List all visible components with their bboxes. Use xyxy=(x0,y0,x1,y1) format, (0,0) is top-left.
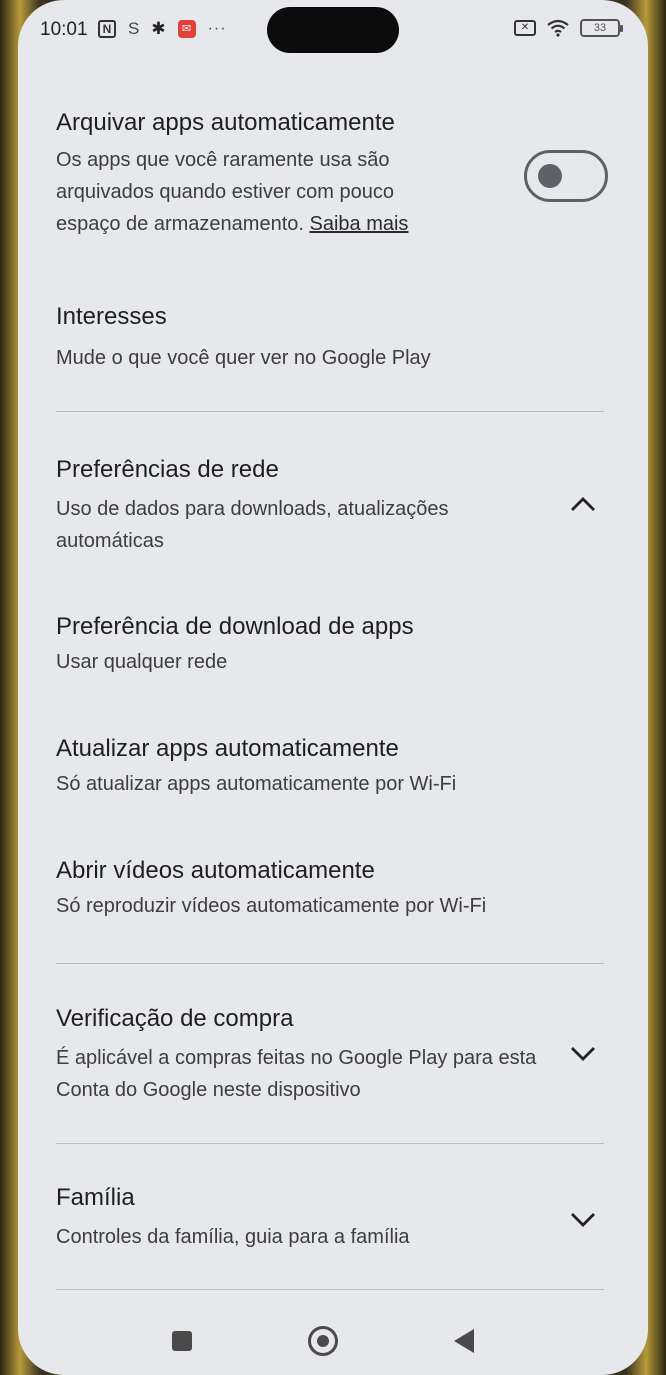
divider xyxy=(56,411,604,412)
archive-toggle[interactable] xyxy=(524,150,608,202)
screen: 10:01 N S ✱ ✉ ··· ✕ 33 Arquivar apps aut… xyxy=(18,0,648,1375)
chevron-down-icon[interactable] xyxy=(568,1038,598,1068)
purchase-description: É aplicável a compras feitas no Google P… xyxy=(56,1047,537,1101)
interests-description: Mude o que você quer ver no Google Play xyxy=(56,347,431,369)
battery-icon: 33 xyxy=(580,19,623,37)
nfc-icon: N xyxy=(98,20,116,38)
setting-purchase-verification[interactable]: Verificação de compra É aplicável a comp… xyxy=(56,1004,546,1106)
gear-icon: ✱ xyxy=(151,19,166,38)
interests-title: Interesses xyxy=(56,303,167,330)
purchase-title: Verificação de compra xyxy=(56,1005,294,1032)
more-dots-icon: ··· xyxy=(207,20,227,37)
divider xyxy=(56,1143,604,1144)
toggle-knob xyxy=(538,164,562,188)
chevron-up-icon[interactable] xyxy=(568,490,598,520)
network-title: Preferências de rede xyxy=(56,456,279,483)
learn-more-link[interactable]: Saiba mais xyxy=(310,213,409,235)
autoplay-title: Abrir vídeos automaticamente xyxy=(56,857,375,884)
setting-interests[interactable]: Interesses Mude o que você quer ver no G… xyxy=(56,302,606,374)
auto-update-title: Atualizar apps automaticamente xyxy=(56,735,399,762)
phone-frame: 10:01 N S ✱ ✉ ··· ✕ 33 Arquivar apps aut… xyxy=(0,0,666,1375)
home-button[interactable] xyxy=(308,1326,338,1356)
download-pref-title: Preferência de download de apps xyxy=(56,613,414,640)
archive-description: Os apps que você raramente usa são arqui… xyxy=(56,144,456,240)
download-pref-description: Usar qualquer rede xyxy=(56,651,228,673)
divider xyxy=(56,963,604,964)
setting-auto-update[interactable]: Atualizar apps automaticamente Só atuali… xyxy=(56,734,606,800)
wifi-icon xyxy=(546,19,570,37)
status-icons-left: N S ✱ ✉ ··· xyxy=(98,19,227,39)
setting-download-preference[interactable]: Preferência de download de apps Usar qua… xyxy=(56,612,606,678)
navigation-bar xyxy=(18,1305,648,1375)
setting-autoplay-videos[interactable]: Abrir vídeos automaticamente Só reproduz… xyxy=(56,856,606,922)
status-bar: 10:01 N S ✱ ✉ ··· ✕ 33 xyxy=(18,0,648,62)
status-time: 10:01 xyxy=(40,19,88,40)
sim-off-icon: ✕ xyxy=(514,20,536,36)
divider xyxy=(56,1289,604,1290)
mail-icon: ✉ xyxy=(177,20,196,38)
setting-network-preferences[interactable]: Preferências de rede Uso de dados para d… xyxy=(56,455,536,557)
autoplay-description: Só reproduzir vídeos automaticamente por… xyxy=(56,895,487,917)
family-title: Família xyxy=(56,1184,135,1211)
setting-family[interactable]: Família Controles da família, guia para … xyxy=(56,1183,536,1253)
s-icon: S xyxy=(128,19,140,38)
back-button[interactable] xyxy=(454,1329,474,1353)
camera-notch xyxy=(267,7,399,53)
chevron-down-icon[interactable] xyxy=(568,1204,598,1234)
network-description: Uso de dados para downloads, atualizaçõe… xyxy=(56,498,449,552)
setting-archive-apps[interactable]: Arquivar apps automaticamente Os apps qu… xyxy=(56,108,456,240)
family-description: Controles da família, guia para a famíli… xyxy=(56,1226,410,1248)
recents-button[interactable] xyxy=(172,1331,192,1351)
status-icons-right: ✕ 33 xyxy=(514,19,623,37)
auto-update-description: Só atualizar apps automaticamente por Wi… xyxy=(56,773,457,795)
archive-title: Arquivar apps automaticamente xyxy=(56,109,395,136)
